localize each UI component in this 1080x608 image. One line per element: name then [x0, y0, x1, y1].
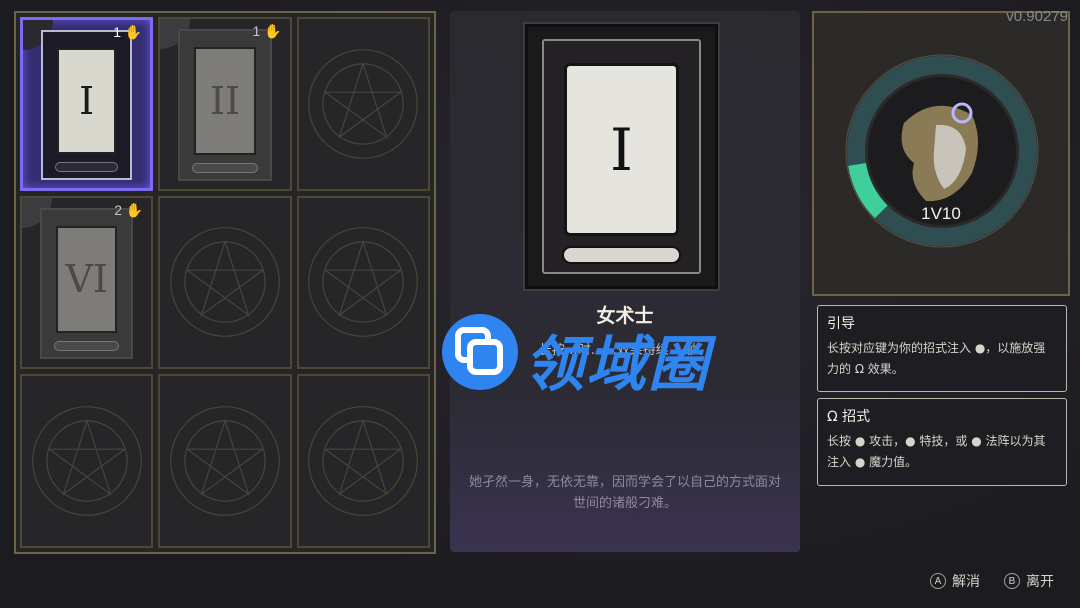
info-title: 引导: [827, 316, 855, 332]
pentagram-rune-icon: [308, 406, 419, 517]
slot-level: 2 ✋: [114, 202, 143, 219]
info-text: 长按 ● 攻击，● 特技，或 ● 法阵以为其注入 ● 魔力值。: [827, 434, 1046, 469]
slot-level-value: 1: [113, 24, 121, 40]
slot-card-face: VI: [56, 225, 118, 334]
pentagram-rune-icon: [308, 227, 419, 338]
slot-numeral: I: [79, 78, 95, 123]
card-inscription-bar: [562, 246, 681, 264]
watermark-logo-icon: [442, 314, 518, 390]
card-detail-panel: I 女术士 长按…时……效果持续 2 秒。 她孑然一身，无依无靠，因而学会了以自…: [450, 11, 800, 552]
card-slot[interactable]: [20, 374, 154, 548]
slot-numeral: II: [209, 78, 240, 123]
card-slot[interactable]: I 1 ✋: [20, 17, 154, 191]
card-slot[interactable]: [296, 374, 430, 548]
slot-card-bar: [192, 162, 258, 173]
game-screen: I 1 ✋ II 1 ✋ VI 2 ✋ I 女术士 长按…时……效果持续 2 秒。 她孑然…: [0, 0, 1080, 608]
card-slot[interactable]: [158, 374, 292, 548]
version-label: v0.90279: [1006, 8, 1068, 25]
slot-numeral: VI: [65, 257, 108, 302]
slot-card-bar: [55, 161, 119, 172]
card-grid: I 1 ✋ II 1 ✋ VI 2 ✋: [14, 11, 436, 554]
card-numeral: I: [610, 115, 633, 184]
card-slot[interactable]: [158, 195, 292, 370]
slot-level: 1 ✋: [113, 24, 142, 41]
pentagram-rune-icon: [170, 406, 280, 517]
card-face: I: [564, 63, 679, 236]
pentagram-rune-icon: [170, 227, 280, 338]
slot-card: II: [178, 29, 272, 181]
pentagram-rune-icon: [31, 406, 142, 517]
slot-card-face: II: [194, 47, 256, 155]
card-lore: 她孑然一身，无依无靠，因而学会了以自己的方式面对世间的诸般刁难。: [468, 475, 781, 511]
cancel-button[interactable]: A 解消: [930, 571, 980, 591]
a-button-icon: A: [930, 573, 946, 589]
info-box-omega: Ω 招式 长按 ● 攻击，● 特技，或 ● 法阵以为其注入 ● 魔力值。: [817, 398, 1067, 486]
leave-button[interactable]: B 离开: [1004, 571, 1054, 591]
hand-icon: ✋: [125, 201, 144, 218]
hand-icon: ✋: [124, 24, 143, 40]
cancel-label: 解消: [952, 574, 980, 590]
leave-label: 离开: [1026, 574, 1054, 590]
slot-level: 1 ✋: [253, 23, 282, 40]
watermark: 领域圈: [440, 312, 760, 400]
slot-card-face: I: [57, 48, 117, 154]
info-text: 长按对应键为你的招式注入 ●，以施放强力的 Ω 效果。: [827, 341, 1046, 376]
hand-icon: ✋: [264, 23, 282, 39]
info-box-channel: 引导 长按对应键为你的招式注入 ●，以施放强力的 Ω 效果。: [817, 305, 1067, 392]
info-title: Ω 招式: [827, 409, 871, 425]
slot-level-value: 2: [114, 201, 122, 218]
b-button-icon: B: [1004, 573, 1020, 589]
card-slot[interactable]: [296, 195, 430, 370]
slot-card-bar: [54, 341, 120, 352]
pentagram-rune-icon: [308, 48, 419, 159]
slot-card: VI: [40, 207, 134, 360]
card-slot[interactable]: II 1 ✋: [158, 17, 292, 191]
magick-value: 1V10: [921, 204, 961, 223]
slot-card: I: [41, 30, 133, 180]
slot-level-value: 1: [252, 23, 261, 39]
card-slot[interactable]: [296, 17, 430, 191]
card-slot[interactable]: VI 2 ✋: [20, 195, 154, 370]
watermark-text: 领域圈: [524, 330, 710, 400]
selected-card: I: [525, 24, 718, 289]
portrait-panel: 1V10: [812, 11, 1070, 296]
